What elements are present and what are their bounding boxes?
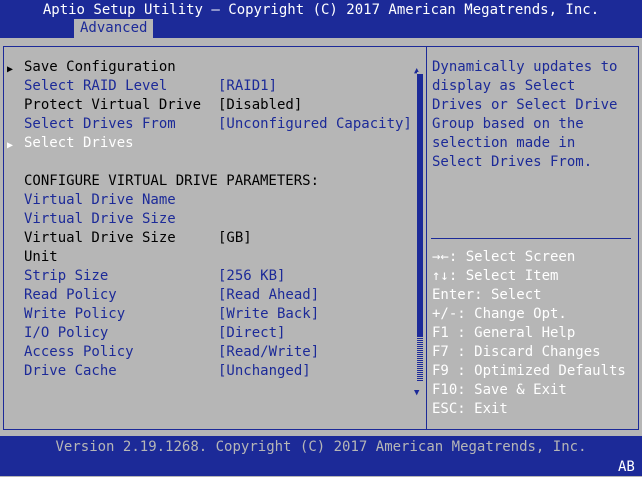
save-configuration-item[interactable]: Save Configuration: [24, 58, 176, 77]
key-enter-select: Enter: Select: [432, 287, 542, 303]
io-policy-value[interactable]: [Direct]: [218, 324, 285, 343]
help-text-line: Drives or Select Drive: [432, 97, 618, 113]
select-raid-level-value[interactable]: [RAID1]: [218, 77, 277, 96]
key-escape-exit: ESC: Exit: [432, 401, 508, 417]
write-policy-label[interactable]: Write Policy: [24, 305, 125, 324]
help-text-line: Group based on the: [432, 116, 584, 132]
help-separator: [431, 238, 631, 239]
version-text: Version 2.19.1268. Copyright (C) 2017 Am…: [55, 439, 587, 455]
key-discard-changes: F7 : Discard Changes: [432, 344, 601, 360]
select-drives-item[interactable]: Select Drives: [24, 134, 134, 153]
key-optimized-defaults: F9 : Optimized Defaults: [432, 363, 626, 379]
key-select-screen: →←: Select Screen: [432, 249, 576, 265]
panel-divider: [426, 46, 427, 430]
help-text-line: display as Select: [432, 78, 576, 94]
tab-advanced[interactable]: Advanced: [74, 19, 154, 38]
select-drives-from-value[interactable]: [Unconfigured Capacity]: [218, 115, 412, 134]
write-policy-value[interactable]: [Write Back]: [218, 305, 319, 324]
submenu-arrow-icon: ▶: [7, 64, 14, 75]
select-raid-level-label[interactable]: Select RAID Level: [24, 77, 167, 96]
key-save-exit: F10: Save & Exit: [432, 382, 567, 398]
access-policy-value[interactable]: [Read/Write]: [218, 343, 319, 362]
protect-virtual-drive-label: Protect Virtual Drive: [24, 97, 202, 113]
select-drives-from-label[interactable]: Select Drives From: [24, 115, 176, 134]
help-text-line: Select Drives From.: [432, 154, 593, 170]
virtual-drive-size-unit-label-cont: Unit: [24, 249, 58, 265]
scroll-down-arrow-icon[interactable]: ▼: [414, 384, 419, 403]
scrollbar-remaining: [417, 336, 423, 382]
key-general-help: F1 : General Help: [432, 325, 576, 341]
status-badge: AB: [618, 459, 635, 475]
strip-size-value[interactable]: [256 KB]: [218, 267, 285, 286]
virtual-drive-size-field[interactable]: Virtual Drive Size: [24, 210, 176, 229]
drive-cache-value[interactable]: [Unchanged]: [218, 362, 311, 381]
strip-size-label[interactable]: Strip Size: [24, 267, 108, 286]
read-policy-value[interactable]: [Read Ahead]: [218, 286, 319, 305]
section-heading: CONFIGURE VIRTUAL DRIVE PARAMETERS:: [24, 173, 320, 189]
virtual-drive-name-field[interactable]: Virtual Drive Name: [24, 191, 176, 210]
key-select-item: ↑↓: Select Item: [432, 268, 559, 284]
utility-title: Aptio Setup Utility – Copyright (C) 2017…: [42, 2, 600, 18]
virtual-drive-size-unit-value: [GB]: [218, 230, 252, 246]
io-policy-label[interactable]: I/O Policy: [24, 324, 108, 343]
protect-virtual-drive-value: [Disabled]: [218, 97, 303, 113]
help-text-line: selection made in: [432, 135, 576, 151]
virtual-drive-size-unit-label: Virtual Drive Size: [24, 230, 176, 246]
read-policy-label[interactable]: Read Policy: [24, 286, 117, 305]
help-text-line: Dynamically updates to: [432, 59, 618, 75]
scrollbar-thumb[interactable]: [417, 74, 423, 336]
key-change-opt: +/-: Change Opt.: [432, 306, 567, 322]
access-policy-label[interactable]: Access Policy: [24, 343, 134, 362]
submenu-arrow-icon: ▶: [7, 140, 14, 151]
drive-cache-label[interactable]: Drive Cache: [24, 362, 117, 381]
